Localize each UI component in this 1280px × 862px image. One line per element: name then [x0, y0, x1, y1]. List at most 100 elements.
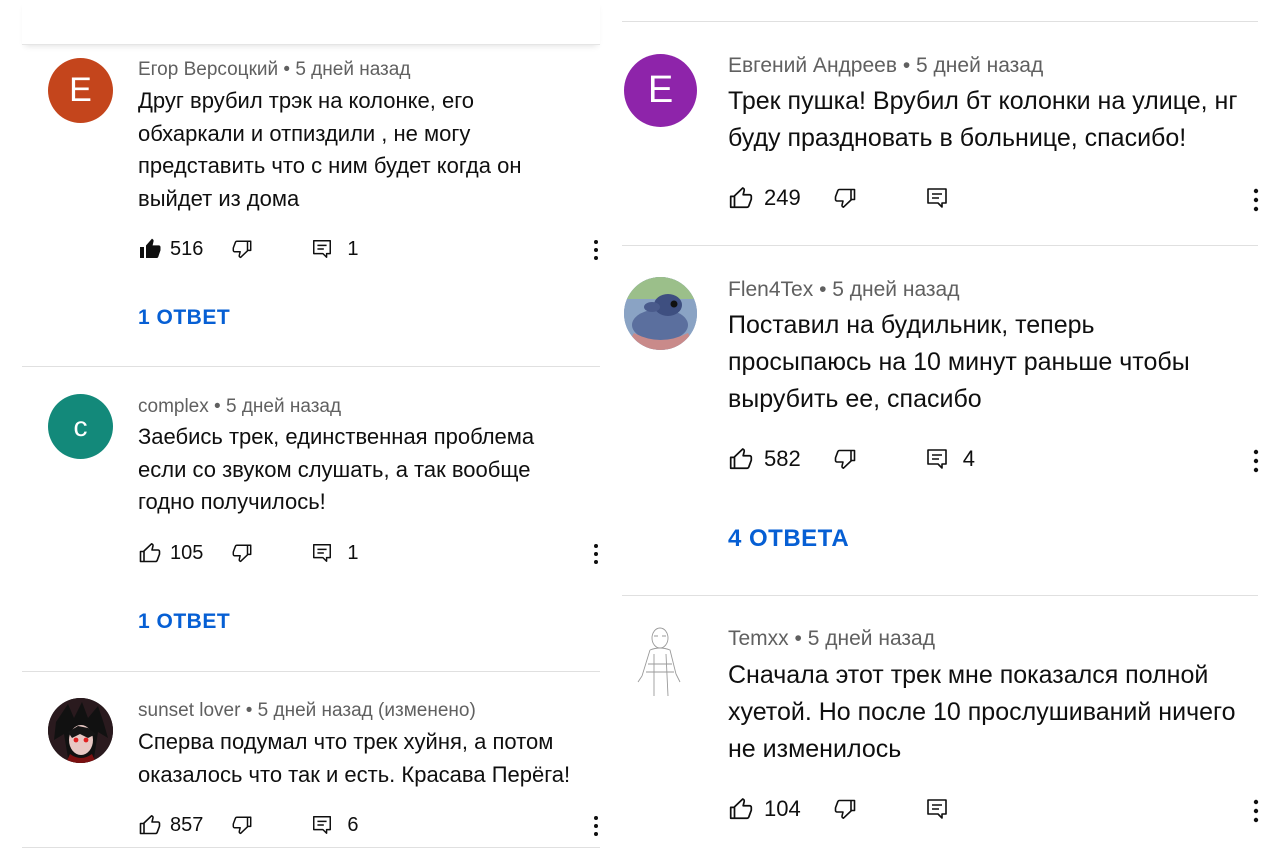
reply-button[interactable]: 1 [311, 541, 359, 565]
like-count: 857 [170, 813, 204, 836]
comment-actions: 516 1 [138, 237, 359, 261]
thumbs-down-icon [231, 814, 253, 836]
comment-text: Сперва подумал что трек хуйня, а потом о… [138, 729, 571, 787]
like-button[interactable]: 582 [728, 446, 801, 472]
sketch-drawing-avatar [637, 627, 681, 697]
thumbs-up-icon [138, 813, 162, 837]
more-vertical-icon[interactable] [592, 814, 600, 843]
reply-comment-icon [311, 238, 333, 260]
thumbs-down-icon [231, 542, 253, 564]
like-count: 104 [764, 796, 801, 821]
divider [622, 245, 1258, 246]
comment-actions: 104 [728, 796, 963, 822]
like-button[interactable]: 105 [138, 541, 203, 565]
thumbs-up-icon [138, 541, 162, 565]
like-button[interactable]: 249 [728, 185, 801, 211]
divider [22, 366, 600, 367]
reply-comment-icon [311, 814, 333, 836]
avatar[interactable]: E [48, 58, 113, 123]
reply-comment-icon [925, 797, 949, 821]
left-comments-panel: E Егор Версоцкий • 5 дней назад Друг вру… [22, 0, 600, 862]
reply-button[interactable]: 6 [311, 813, 359, 837]
reply-count: 6 [347, 813, 359, 836]
like-button[interactable]: 516 [138, 237, 203, 261]
avatar[interactable] [48, 698, 113, 763]
comment-actions: 857 6 [138, 813, 359, 837]
view-replies-button[interactable]: 4 ОТВЕТА [728, 525, 849, 553]
reply-button[interactable] [925, 186, 963, 210]
reply-count: 4 [962, 446, 975, 471]
reply-button[interactable]: 4 [925, 446, 975, 472]
comment-time: 5 дней назад [916, 54, 1044, 77]
comment-time: 5 дней назад [225, 396, 342, 417]
like-button[interactable]: 857 [138, 813, 203, 837]
more-vertical-icon[interactable] [1252, 187, 1260, 218]
comment-text: Трек пушка! Врубил бт колонки на улице, … [728, 87, 1238, 152]
like-count: 105 [170, 541, 204, 564]
dislike-button[interactable] [833, 447, 857, 471]
reply-comment-icon [925, 447, 949, 471]
dislike-button[interactable] [833, 186, 857, 210]
reply-button[interactable] [925, 797, 963, 821]
comment-time: 5 дней назад [295, 59, 411, 80]
like-count: 516 [170, 237, 204, 260]
top-app-bar [22, 0, 600, 45]
cartoon-character-avatar [624, 277, 697, 350]
author-name[interactable]: Егор Версоцкий [138, 59, 278, 80]
thumbs-up-icon [728, 446, 754, 472]
thumbs-down-icon [833, 186, 857, 210]
comment-actions: 105 1 [138, 541, 359, 565]
dislike-button[interactable] [231, 814, 253, 836]
comment-time: 5 дней назад [832, 278, 960, 301]
separator-dot: • [902, 54, 911, 77]
separator-dot: • [214, 396, 221, 417]
thumbs-up-icon [728, 796, 754, 822]
author-name[interactable]: Flen4Tex [728, 278, 813, 301]
divider [22, 847, 600, 848]
comment-text: Друг врубил трэк на колонке, его обхарка… [138, 88, 522, 211]
right-comments-panel: E Евгений Андреев • 5 дней назад Трек пу… [622, 0, 1260, 862]
view-replies-button[interactable]: 1 ОТВЕТ [138, 610, 230, 634]
comment-text: Заебись трек, единственная проблема если… [138, 424, 535, 514]
reply-count: 1 [347, 237, 359, 260]
comment-meta: Егор Версоцкий • 5 дней назад [138, 59, 410, 81]
dislike-button[interactable] [231, 238, 253, 260]
more-vertical-icon[interactable] [1252, 448, 1260, 479]
dislike-button[interactable] [833, 797, 857, 821]
comment-time: 5 дней назад [807, 627, 935, 650]
separator-dot: • [245, 700, 253, 721]
avatar[interactable]: c [48, 394, 113, 459]
divider [622, 595, 1258, 596]
author-name[interactable]: Temxx [728, 627, 789, 650]
view-replies-button[interactable]: 1 ОТВЕТ [138, 306, 230, 330]
dislike-button[interactable] [231, 542, 253, 564]
avatar-letter: c [73, 410, 88, 442]
avatar[interactable] [624, 277, 697, 350]
more-vertical-icon[interactable] [592, 238, 600, 267]
reply-comment-icon [925, 186, 949, 210]
comment-time: 5 дней назад (изменено) [257, 700, 476, 721]
like-count: 249 [764, 185, 801, 210]
thumbs-down-icon [833, 797, 857, 821]
avatar[interactable] [624, 624, 697, 697]
thumbs-down-icon [231, 238, 253, 260]
more-vertical-icon[interactable] [592, 542, 600, 571]
comment-meta: Евгений Андреев • 5 дней назад [728, 54, 1043, 78]
reply-count: 1 [347, 541, 359, 564]
author-name[interactable]: complex [138, 396, 209, 417]
comment-meta: Flen4Tex • 5 дней назад [728, 278, 959, 302]
more-vertical-icon[interactable] [1252, 798, 1260, 829]
author-name[interactable]: sunset lover [138, 700, 240, 721]
author-name[interactable]: Евгений Андреев [728, 54, 897, 77]
like-button[interactable]: 104 [728, 796, 801, 822]
thumbs-up-icon [728, 185, 754, 211]
reply-button[interactable]: 1 [311, 237, 359, 261]
avatar[interactable]: E [624, 54, 697, 127]
divider [622, 21, 1258, 22]
separator-dot: • [794, 627, 802, 650]
comment-meta: sunset lover • 5 дней назад (изменено) [138, 700, 476, 722]
comment-text: Поставил на будильник, теперь просыпаюсь… [728, 311, 1190, 413]
reply-comment-icon [311, 542, 333, 564]
comment-text: Сначала этот трек мне показался полной х… [728, 661, 1236, 763]
thumbs-up-filled-icon [138, 237, 162, 261]
